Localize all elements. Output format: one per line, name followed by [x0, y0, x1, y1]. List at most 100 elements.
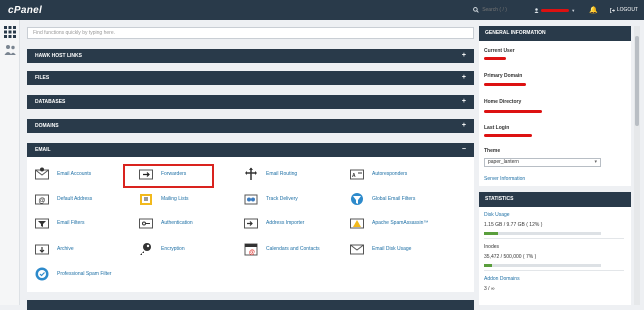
tool-autoresponders[interactable]: A Autoresponders [350, 167, 407, 181]
expand-icon[interactable]: + [462, 119, 466, 133]
spamassassin-icon [350, 218, 364, 229]
tool-label: Email Disk Usage [372, 246, 412, 252]
tool-label: Professional Spam Filter [57, 271, 112, 277]
addon-domains-value: 3 / ∞ [484, 286, 495, 292]
divider [484, 270, 624, 271]
search-icon [473, 7, 479, 13]
inodes-value: 35,472 / 500,000 ( 7% ) [484, 254, 537, 260]
tool-address-importer[interactable]: Address Importer [244, 216, 304, 230]
section-title: DATABASES [35, 99, 66, 105]
theme-select[interactable]: paper_lantern ▾ [484, 158, 601, 167]
divider [484, 238, 624, 239]
disk-usage-value: 1.15 GB / 9.77 GB ( 12% ) [484, 222, 543, 228]
section-hawk-host-links[interactable]: HAWK HOST LINKS + [27, 49, 474, 63]
home-directory-label: Home Directory [484, 99, 522, 105]
inodes-bar [484, 264, 601, 267]
tool-global-email-filters[interactable]: Global Email Filters [350, 192, 415, 206]
global-email-filters-icon [351, 193, 363, 205]
theme-label: Theme [484, 148, 501, 154]
mailing-lists-icon [140, 194, 152, 205]
inodes-label: Inodes [484, 244, 500, 250]
tool-track-delivery[interactable]: Track Delivery [244, 192, 298, 206]
redacted-primary-domain [484, 83, 526, 86]
section-title: DOMAINS [35, 123, 59, 129]
tool-authentication[interactable]: Authentication [139, 216, 193, 230]
tool-label: Autoresponders [372, 171, 408, 177]
redacted-last-login [484, 134, 532, 137]
tool-encryption[interactable]: Encryption [139, 242, 185, 256]
tool-email-disk-usage[interactable]: Email Disk Usage [350, 242, 411, 256]
logout-icon [610, 7, 615, 13]
expand-icon[interactable]: + [462, 71, 466, 85]
email-disk-usage-icon [350, 244, 364, 255]
section-metrics[interactable] [27, 300, 474, 310]
tool-label: Email Routing [266, 171, 298, 177]
tool-label: Apache SpamAssassin™ [372, 220, 429, 226]
disk-usage-bar [484, 232, 601, 235]
addon-domains-label[interactable]: Addon Domains [484, 276, 520, 282]
page-scrollbar[interactable] [634, 26, 640, 305]
redacted-username [541, 8, 570, 12]
section-databases[interactable]: DATABASES + [27, 95, 474, 109]
general-information-panel: GENERAL INFORMATION Current User Primary… [479, 26, 631, 186]
global-search-input[interactable] [482, 7, 513, 13]
global-search[interactable] [473, 7, 513, 13]
cpanel-logo[interactable]: cPanel [8, 5, 42, 16]
address-importer-icon [244, 218, 258, 229]
tool-apache-spamassassin[interactable]: Apache SpamAssassin™ [350, 216, 428, 230]
tool-label: Email Filters [57, 220, 85, 226]
disk-usage-label[interactable]: Disk Usage [484, 212, 510, 218]
tool-label: Archive [57, 246, 74, 252]
forwarders-highlight-box [123, 164, 214, 188]
last-login-label: Last Login [484, 125, 510, 131]
tool-email-routing[interactable]: Email Routing [244, 167, 297, 181]
tool-default-address[interactable]: @ Default Address [35, 192, 92, 206]
section-domains[interactable]: DOMAINS + [27, 119, 474, 133]
server-information-link[interactable]: Server Information [484, 176, 525, 182]
bell-icon[interactable]: 🔔 [589, 6, 598, 14]
email-accounts-icon [35, 167, 49, 180]
collapse-icon[interactable]: − [462, 143, 466, 157]
quick-search-input[interactable]: Find functions quickly by typing here. [27, 27, 474, 39]
tool-email-accounts[interactable]: Email Accounts [35, 167, 91, 181]
section-title: HAWK HOST LINKS [35, 53, 82, 59]
tool-label: Global Email Filters [372, 196, 416, 202]
tool-label: Default Address [57, 196, 93, 202]
expand-icon[interactable]: + [462, 95, 466, 109]
section-files[interactable]: FILES + [27, 71, 474, 85]
tool-email-filters[interactable]: Email Filters [35, 216, 85, 230]
logout-label: LOGOUT [616, 7, 638, 13]
right-sidebar: GENERAL INFORMATION Current User Primary… [479, 26, 631, 305]
disk-usage-bar-fill [484, 232, 499, 235]
autoresponders-icon: A [350, 169, 364, 180]
section-email[interactable]: EMAIL − [27, 143, 474, 157]
redacted-current-user [484, 57, 506, 60]
primary-domain-label: Primary Domain [484, 73, 523, 79]
authentication-icon [139, 218, 153, 229]
section-title: FILES [35, 75, 50, 81]
logout-button[interactable]: LOGOUT [610, 7, 638, 13]
user-icon [534, 7, 539, 13]
tool-label: Mailing Lists [161, 196, 189, 202]
redacted-home-directory [484, 110, 542, 113]
tool-label: Email Accounts [57, 171, 92, 177]
tool-mailing-lists[interactable]: Mailing Lists [139, 192, 189, 206]
tool-professional-spam-filter[interactable]: Professional Spam Filter [35, 267, 111, 281]
archive-icon [35, 244, 49, 255]
statistics-panel: STATISTICS Disk Usage 1.15 GB / 9.77 GB … [479, 192, 631, 305]
expand-icon[interactable]: + [462, 49, 466, 63]
scrollbar-thumb[interactable] [635, 36, 639, 126]
user-menu[interactable]: ▼ [534, 8, 575, 13]
chevron-down-icon: ▼ [571, 7, 576, 13]
left-nav [0, 20, 20, 305]
users-icon[interactable] [4, 44, 16, 56]
svg-text:@: @ [249, 250, 255, 256]
theme-value: paper_lantern [488, 159, 519, 165]
grid-icon[interactable] [4, 26, 16, 38]
tool-label: Address Importer [266, 220, 305, 226]
tool-archive[interactable]: Archive [35, 242, 74, 256]
tool-calendars-contacts[interactable]: @ Calendars and Contacts [244, 242, 320, 256]
tool-label: Track Delivery [266, 196, 298, 202]
calendars-contacts-icon: @ [244, 243, 258, 256]
encryption-icon [140, 243, 151, 255]
